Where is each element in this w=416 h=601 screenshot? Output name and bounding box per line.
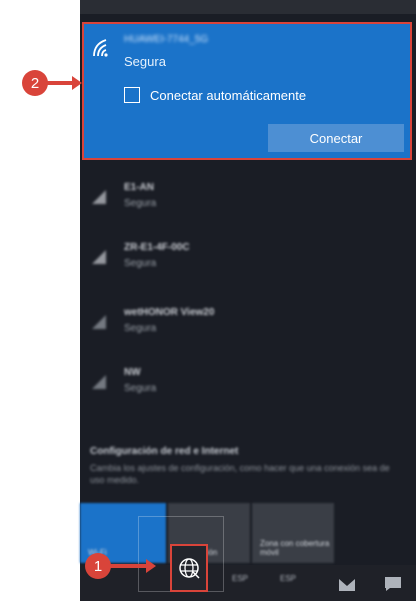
network-item[interactable]: NW Segura — [90, 365, 390, 415]
network-status: Segura — [124, 383, 157, 394]
taskbar-input[interactable]: ESP — [280, 574, 296, 583]
wifi-icon — [92, 375, 106, 389]
flyout-top-strip — [80, 0, 416, 14]
network-name: E1-AN — [124, 182, 155, 193]
wifi-icon — [92, 250, 106, 264]
network-security-status: Segura — [124, 54, 166, 69]
taskbar-language[interactable]: ESP — [232, 574, 248, 583]
network-tray-button[interactable] — [170, 544, 208, 592]
network-settings-description: Cambia los ajustes de configuración, com… — [90, 463, 390, 485]
notification-icon[interactable] — [384, 576, 402, 592]
callout-arrow-1 — [110, 564, 146, 568]
network-ssid: HUAWEI-7744_5G — [124, 34, 209, 45]
auto-connect-checkbox[interactable] — [124, 87, 140, 103]
callout-badge-1: 1 — [85, 553, 111, 579]
network-name: NW — [124, 367, 141, 378]
auto-connect-label: Conectar automáticamente — [150, 87, 307, 103]
wifi-icon — [93, 39, 108, 57]
network-item[interactable]: wetHONOR View20 Segura — [90, 305, 390, 355]
wifi-icon — [92, 315, 106, 329]
network-item[interactable]: ZR-E1-4F-00C Segura — [90, 240, 390, 290]
auto-connect-row[interactable]: Conectar automáticamente — [124, 86, 306, 104]
taskbar — [80, 565, 416, 601]
callout-badge-2: 2 — [22, 70, 48, 96]
connect-button[interactable]: Conectar — [268, 124, 404, 152]
mobile-hotspot-label: Zona con cobertura móvil — [260, 539, 330, 557]
globe-icon — [179, 558, 200, 579]
network-settings-link[interactable]: Configuración de red e Internet — [90, 446, 238, 457]
network-status: Segura — [124, 323, 157, 334]
network-status: Segura — [124, 198, 157, 209]
selected-network-card[interactable]: HUAWEI-7744_5G Segura Conectar automátic… — [82, 22, 412, 160]
network-status: Segura — [124, 258, 157, 269]
callout-arrowhead-2 — [72, 76, 82, 90]
mail-icon[interactable] — [338, 578, 356, 592]
callout-arrowhead-1 — [146, 559, 156, 573]
wifi-icon — [92, 190, 106, 204]
callout-arrow-2 — [47, 81, 73, 85]
network-name: ZR-E1-4F-00C — [124, 242, 190, 253]
network-item[interactable]: E1-AN Segura — [90, 180, 390, 230]
network-name: wetHONOR View20 — [124, 307, 215, 318]
mobile-hotspot-quick-action[interactable]: Zona con cobertura móvil — [252, 503, 334, 563]
